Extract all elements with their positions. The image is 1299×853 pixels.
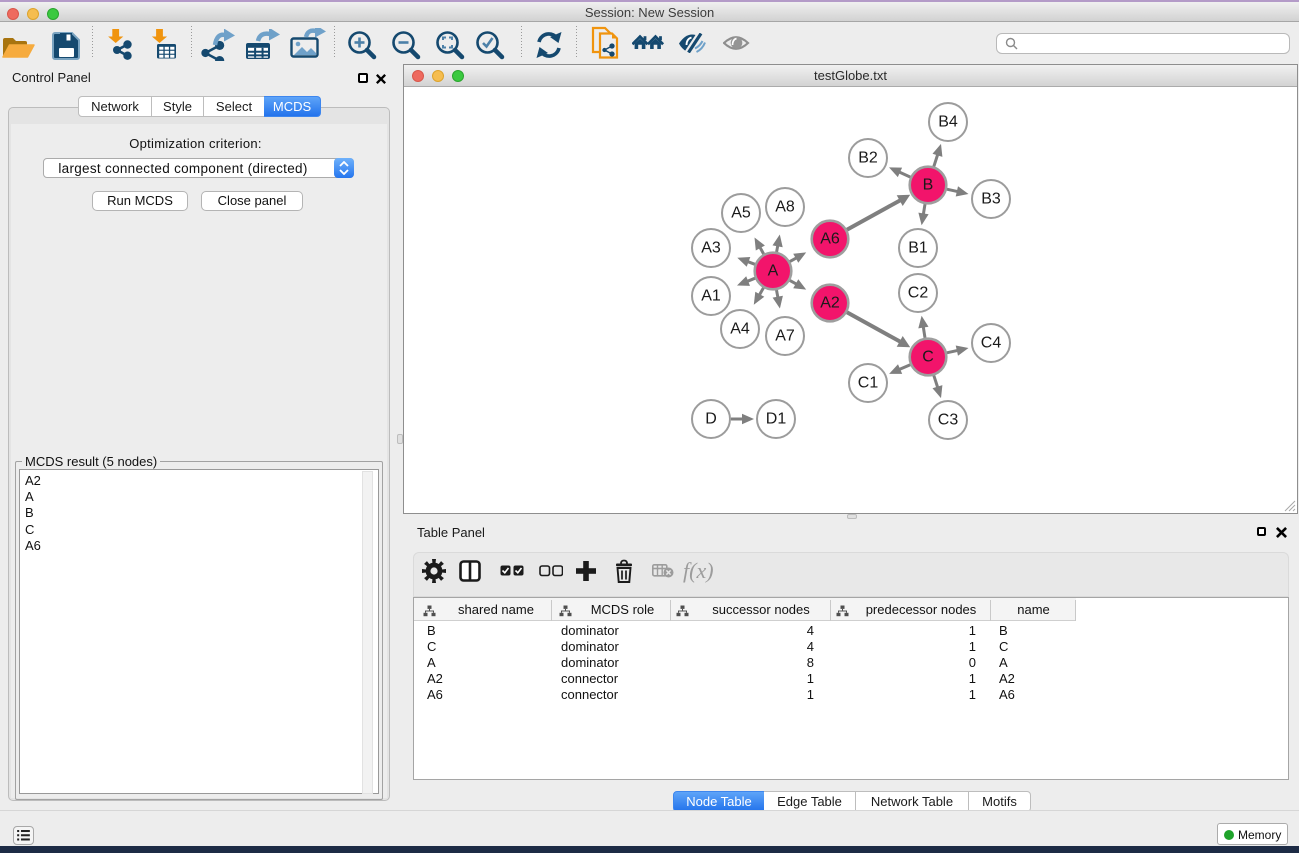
svg-text:B2: B2 bbox=[858, 150, 878, 167]
svg-text:A6: A6 bbox=[820, 231, 840, 248]
svg-text:A7: A7 bbox=[775, 328, 795, 345]
svg-text:A: A bbox=[768, 263, 779, 280]
svg-text:D1: D1 bbox=[766, 411, 787, 428]
svg-text:B3: B3 bbox=[981, 191, 1001, 208]
svg-text:B: B bbox=[923, 177, 934, 194]
svg-text:B1: B1 bbox=[908, 240, 928, 257]
svg-text:D: D bbox=[705, 411, 717, 428]
svg-text:C1: C1 bbox=[858, 375, 879, 392]
svg-text:A5: A5 bbox=[731, 205, 751, 222]
svg-text:C4: C4 bbox=[981, 335, 1002, 352]
svg-text:A8: A8 bbox=[775, 199, 795, 216]
svg-text:B4: B4 bbox=[938, 114, 958, 131]
svg-text:C2: C2 bbox=[908, 285, 929, 302]
svg-text:A1: A1 bbox=[701, 288, 721, 305]
svg-text:C3: C3 bbox=[938, 412, 959, 429]
svg-text:A4: A4 bbox=[730, 321, 750, 338]
svg-text:C: C bbox=[922, 349, 934, 366]
svg-text:A2: A2 bbox=[820, 295, 840, 312]
svg-text:A3: A3 bbox=[701, 240, 721, 257]
